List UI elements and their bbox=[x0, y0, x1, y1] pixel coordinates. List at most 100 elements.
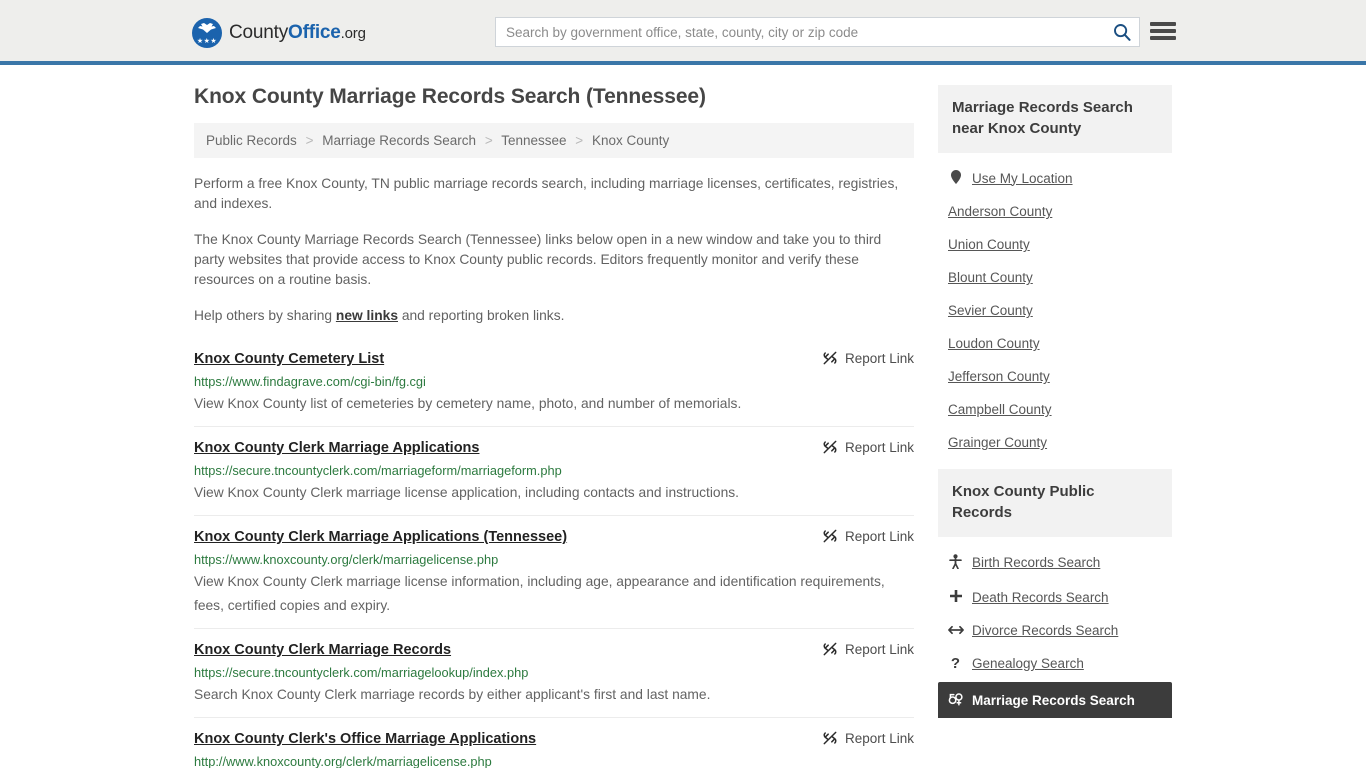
result-url[interactable]: http://www.knoxcounty.org/clerk/marriage… bbox=[194, 753, 914, 768]
map-pin-icon bbox=[948, 170, 963, 186]
site-logo[interactable]: ★★★ CountyOffice.org bbox=[192, 18, 366, 48]
nearby-county-link[interactable]: Sevier County bbox=[948, 303, 1033, 318]
logo-text-org: .org bbox=[340, 25, 366, 42]
result-title-link[interactable]: Knox County Clerk Marriage Records bbox=[194, 641, 451, 660]
map-pin-shape bbox=[950, 170, 961, 184]
result-url[interactable]: https://secure.tncountyclerk.com/marriag… bbox=[194, 462, 914, 479]
site-header: ★★★ CountyOffice.org bbox=[0, 0, 1366, 65]
public-records-heading: Knox County Public Records bbox=[938, 469, 1172, 537]
result-description: View Knox County Clerk marriage license … bbox=[194, 574, 885, 613]
public-records-link[interactable]: Death Records Search bbox=[972, 590, 1109, 605]
result-description: Search Knox County Clerk marriage record… bbox=[194, 687, 711, 702]
public-records-link[interactable]: Genealogy Search bbox=[972, 656, 1084, 671]
result-title-link[interactable]: Knox County Cemetery List bbox=[194, 350, 384, 369]
result-header: Knox County Cemetery List Report Link bbox=[194, 350, 914, 369]
result-url[interactable]: https://www.knoxcounty.org/clerk/marriag… bbox=[194, 551, 914, 568]
new-links-link[interactable]: new links bbox=[336, 308, 398, 323]
eagle-icon bbox=[198, 23, 216, 33]
report-link-label: Report Link bbox=[844, 528, 914, 544]
public-records-link[interactable]: Marriage Records Search bbox=[972, 693, 1135, 708]
public-records-item[interactable]: Death Records Search bbox=[938, 580, 1172, 614]
result-header: Knox County Clerk's Office Marriage Appl… bbox=[194, 730, 914, 749]
hamburger-menu-icon[interactable] bbox=[1150, 20, 1176, 42]
result-header: Knox County Clerk Marriage Records Report… bbox=[194, 641, 914, 660]
result-url[interactable]: https://secure.tncountyclerk.com/marriag… bbox=[194, 664, 914, 681]
public-records-item[interactable]: Divorce Records Search bbox=[938, 614, 1172, 647]
nearby-county-link[interactable]: Anderson County bbox=[948, 204, 1052, 219]
report-link-label: Report Link bbox=[844, 439, 914, 455]
result-title-link[interactable]: Knox County Clerk Marriage Applications … bbox=[194, 528, 567, 547]
nearby-county-item[interactable]: Grainger County bbox=[938, 426, 1172, 459]
nearby-county-link[interactable]: Union County bbox=[948, 237, 1030, 252]
use-my-location-item[interactable]: Use My Location bbox=[938, 161, 1172, 195]
content-container: Knox County Marriage Records Search (Ten… bbox=[194, 85, 1172, 768]
search-input[interactable] bbox=[496, 24, 1105, 40]
logo-text-office: Office bbox=[288, 22, 341, 43]
result-url[interactable]: https://www.findagrave.com/cgi-bin/fg.cg… bbox=[194, 373, 914, 390]
hamburger-bar-1 bbox=[1150, 22, 1176, 26]
public-records-item[interactable]: Birth Records Search bbox=[938, 545, 1172, 580]
nearby-county-link[interactable]: Loudon County bbox=[948, 336, 1040, 351]
nearby-county-item[interactable]: Blount County bbox=[938, 261, 1172, 294]
result-title-link[interactable]: Knox County Clerk's Office Marriage Appl… bbox=[194, 730, 536, 749]
public-records-link[interactable]: Birth Records Search bbox=[972, 555, 1100, 570]
breadcrumb-separator: > bbox=[575, 133, 584, 148]
sidebar: Marriage Records Search near Knox County… bbox=[938, 85, 1172, 728]
result-item: Knox County Cemetery List Report Link http… bbox=[194, 342, 914, 426]
public-records-item[interactable]: ? Genealogy Search bbox=[938, 647, 1172, 680]
breadcrumb-item-knox-county[interactable]: Knox County bbox=[592, 133, 669, 148]
baby-icon bbox=[948, 554, 963, 571]
report-link-label: Report Link bbox=[844, 730, 914, 746]
report-link-button[interactable]: Report Link bbox=[822, 730, 914, 746]
search-bar[interactable] bbox=[495, 17, 1140, 47]
cross-icon bbox=[948, 589, 963, 605]
use-my-location-link[interactable]: Use My Location bbox=[972, 171, 1073, 186]
nearby-counties-list: Use My Location Anderson County Union Cou… bbox=[938, 153, 1172, 459]
report-link-label: Report Link bbox=[844, 641, 914, 657]
hamburger-bar-2 bbox=[1150, 29, 1176, 33]
report-link-button[interactable]: Report Link bbox=[822, 528, 914, 544]
public-records-link[interactable]: Divorce Records Search bbox=[972, 623, 1118, 638]
breadcrumb-separator: > bbox=[305, 133, 314, 148]
nearby-county-item[interactable]: Sevier County bbox=[938, 294, 1172, 327]
search-icon bbox=[1114, 24, 1131, 41]
result-description: View Knox County Clerk marriage license … bbox=[194, 485, 740, 500]
result-description: View Knox County list of cemeteries by c… bbox=[194, 396, 742, 411]
nearby-counties-panel: Marriage Records Search near Knox County… bbox=[938, 85, 1172, 459]
broken-link-icon bbox=[823, 642, 837, 656]
intro-section: Perform a free Knox County, TN public ma… bbox=[194, 174, 914, 326]
public-records-panel: Knox County Public Records Birth Records… bbox=[938, 469, 1172, 718]
search-button[interactable] bbox=[1105, 18, 1139, 46]
nearby-county-link[interactable]: Campbell County bbox=[948, 402, 1052, 417]
page-title: Knox County Marriage Records Search (Ten… bbox=[194, 85, 706, 108]
logo-wordmark: CountyOffice.org bbox=[229, 22, 366, 44]
broken-link-icon bbox=[823, 440, 837, 454]
intro-p3-after: and reporting broken links. bbox=[398, 308, 565, 323]
result-header: Knox County Clerk Marriage Applications … bbox=[194, 528, 914, 547]
nearby-county-link[interactable]: Blount County bbox=[948, 270, 1033, 285]
county-office-logo-icon: ★★★ bbox=[192, 18, 222, 48]
nearby-county-item[interactable]: Union County bbox=[938, 228, 1172, 261]
broken-link-icon bbox=[823, 731, 837, 745]
nearby-county-link[interactable]: Jefferson County bbox=[948, 369, 1050, 384]
logo-text-county: County bbox=[229, 22, 289, 43]
nearby-county-item[interactable]: Campbell County bbox=[938, 393, 1172, 426]
nearby-county-item[interactable]: Loudon County bbox=[938, 327, 1172, 360]
result-title-link[interactable]: Knox County Clerk Marriage Applications bbox=[194, 439, 479, 458]
breadcrumb-item-marriage-records-search[interactable]: Marriage Records Search bbox=[322, 133, 476, 148]
intro-paragraph-2: The Knox County Marriage Records Search … bbox=[194, 232, 882, 287]
report-link-button[interactable]: Report Link bbox=[822, 641, 914, 657]
nearby-county-item[interactable]: Jefferson County bbox=[938, 360, 1172, 393]
results-list: Knox County Cemetery List Report Link http… bbox=[194, 342, 914, 768]
breadcrumb-separator: > bbox=[484, 133, 493, 148]
breadcrumb-item-public-records[interactable]: Public Records bbox=[206, 133, 297, 148]
page-body: Knox County Marriage Records Search (Ten… bbox=[0, 65, 1366, 768]
nearby-county-link[interactable]: Grainger County bbox=[948, 435, 1047, 450]
breadcrumb-item-tennessee[interactable]: Tennessee bbox=[501, 133, 566, 148]
report-link-button[interactable]: Report Link bbox=[822, 350, 914, 366]
male-female-symbol-icon bbox=[948, 692, 963, 708]
public-records-item[interactable]: Marriage Records Search bbox=[938, 682, 1172, 718]
public-records-list: Birth Records Search Death Records Search… bbox=[938, 537, 1172, 718]
nearby-county-item[interactable]: Anderson County bbox=[938, 195, 1172, 228]
report-link-button[interactable]: Report Link bbox=[822, 439, 914, 455]
